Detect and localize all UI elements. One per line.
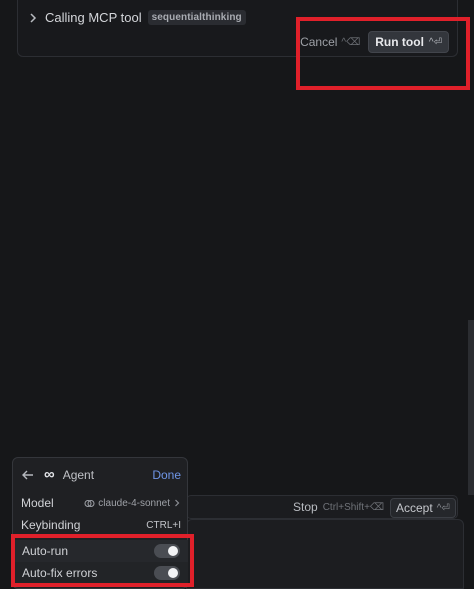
stop-button[interactable]: Stop Ctrl+Shift+⌫ — [293, 500, 384, 514]
accept-button[interactable]: Accept ^⏎ — [390, 498, 456, 518]
agent-mode-label: Agent — [62, 468, 95, 482]
model-value: claude-4-sonnet — [84, 498, 181, 509]
chevron-right-icon[interactable] — [27, 12, 39, 24]
highlight-box-run-tool — [296, 17, 470, 90]
stop-label: Stop — [293, 500, 318, 514]
accept-label: Accept — [396, 501, 433, 515]
accept-shortcut: ^⏎ — [436, 502, 450, 514]
done-button[interactable]: Done — [152, 468, 181, 482]
model-name: claude-4-sonnet — [98, 497, 170, 509]
stop-shortcut: Ctrl+Shift+⌫ — [322, 501, 385, 513]
model-row[interactable]: Model claude-4-sonnet — [21, 496, 181, 510]
keybinding-row[interactable]: Keybinding CTRL+I — [21, 518, 181, 532]
keybinding-value: CTRL+I — [146, 519, 181, 531]
chevron-right-icon — [173, 499, 181, 507]
chat-composer[interactable] — [186, 519, 464, 589]
arrow-left-icon[interactable] — [21, 468, 35, 482]
highlight-box-auto-settings — [11, 534, 194, 587]
model-label: Model — [21, 496, 54, 510]
scrollbar-thumb[interactable] — [468, 320, 474, 495]
tool-call-title: Calling MCP tool — [45, 10, 142, 25]
tool-call-header[interactable]: Calling MCP tool sequentialthinking — [27, 10, 246, 25]
brain-icon — [84, 498, 95, 509]
infinity-icon: ∞ — [44, 466, 55, 483]
keybinding-label: Keybinding — [21, 518, 81, 532]
popover-header: ∞ Agent Done — [21, 466, 181, 483]
tool-name-badge: sequentialthinking — [147, 10, 246, 25]
